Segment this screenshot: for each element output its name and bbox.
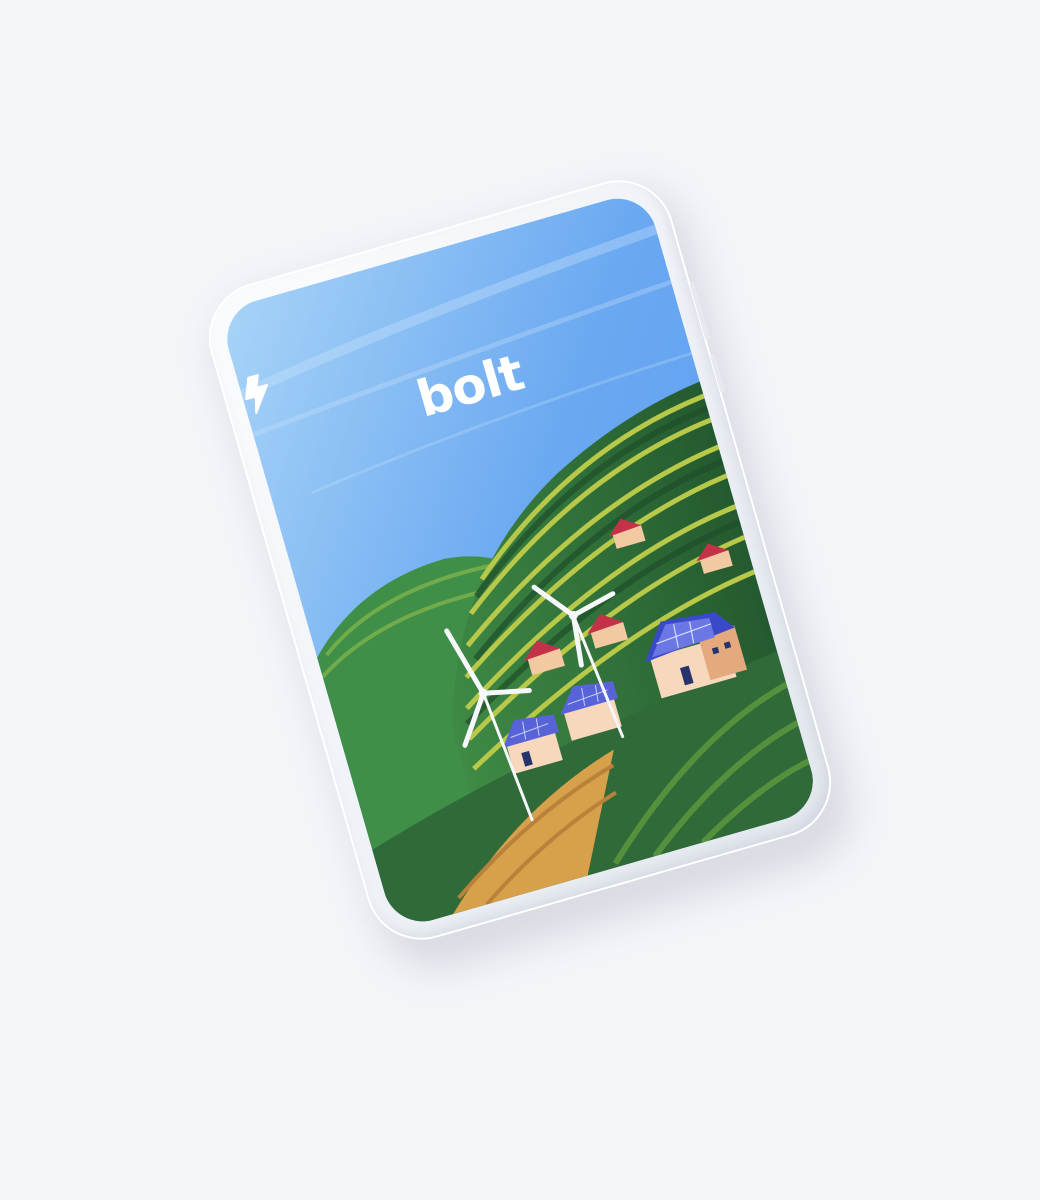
splash-screen[interactable]: bolt	[217, 189, 823, 931]
mockup-stage: bolt	[0, 0, 1040, 1200]
lightning-bolt-icon	[245, 374, 268, 415]
phone-body: bolt	[195, 167, 845, 953]
